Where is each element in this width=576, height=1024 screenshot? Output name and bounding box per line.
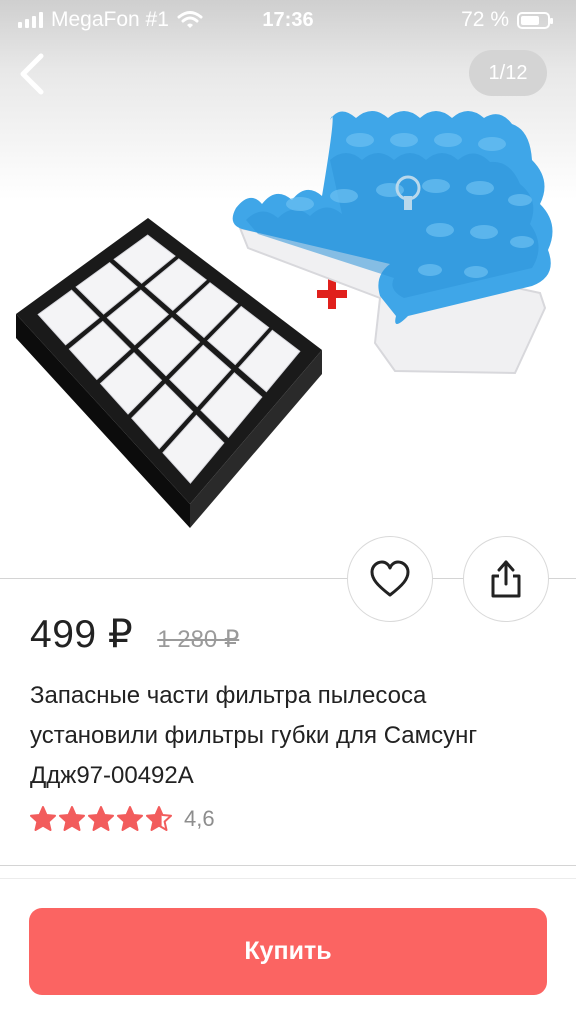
product-title: Запасные части фильтра пылесоса установи…: [30, 682, 478, 789]
old-price: 1 280 ₽: [157, 626, 240, 653]
buy-button[interactable]: Купить: [29, 908, 547, 995]
star-icon: [59, 806, 85, 831]
chevron-left-icon: [20, 53, 44, 95]
back-button[interactable]: [12, 52, 52, 96]
heart-icon: [370, 560, 410, 597]
star-icon: [117, 806, 143, 831]
status-bar: MegaFon #1 17:36 72 %: [0, 0, 576, 40]
carrier-name: MegaFon #1: [51, 8, 169, 31]
divider: [0, 878, 576, 879]
star-icon: [30, 806, 56, 831]
battery-level: [521, 15, 539, 25]
star-icon: [146, 806, 172, 831]
battery-icon: [517, 11, 553, 29]
wifi-icon: [177, 11, 203, 28]
rating-value: 4,6: [184, 806, 215, 831]
product-gallery[interactable]: 1/12: [0, 0, 576, 578]
divider: [0, 865, 576, 866]
cellular-signal-icon: [18, 12, 43, 28]
star-icon: [88, 806, 114, 831]
share-button[interactable]: [463, 536, 549, 622]
battery-percent: 72 %: [461, 8, 509, 31]
rating[interactable]: 4,6: [30, 806, 215, 832]
favorite-button[interactable]: [347, 536, 433, 622]
share-icon: [491, 560, 521, 598]
product-photo: [16, 111, 553, 528]
rating-stars: [30, 806, 172, 832]
hepa-filter-image: [16, 218, 322, 528]
image-counter: 1/12: [469, 50, 547, 96]
price-row: 499 ₽ 1 280 ₽: [30, 612, 239, 657]
price: 499 ₽: [30, 613, 134, 656]
